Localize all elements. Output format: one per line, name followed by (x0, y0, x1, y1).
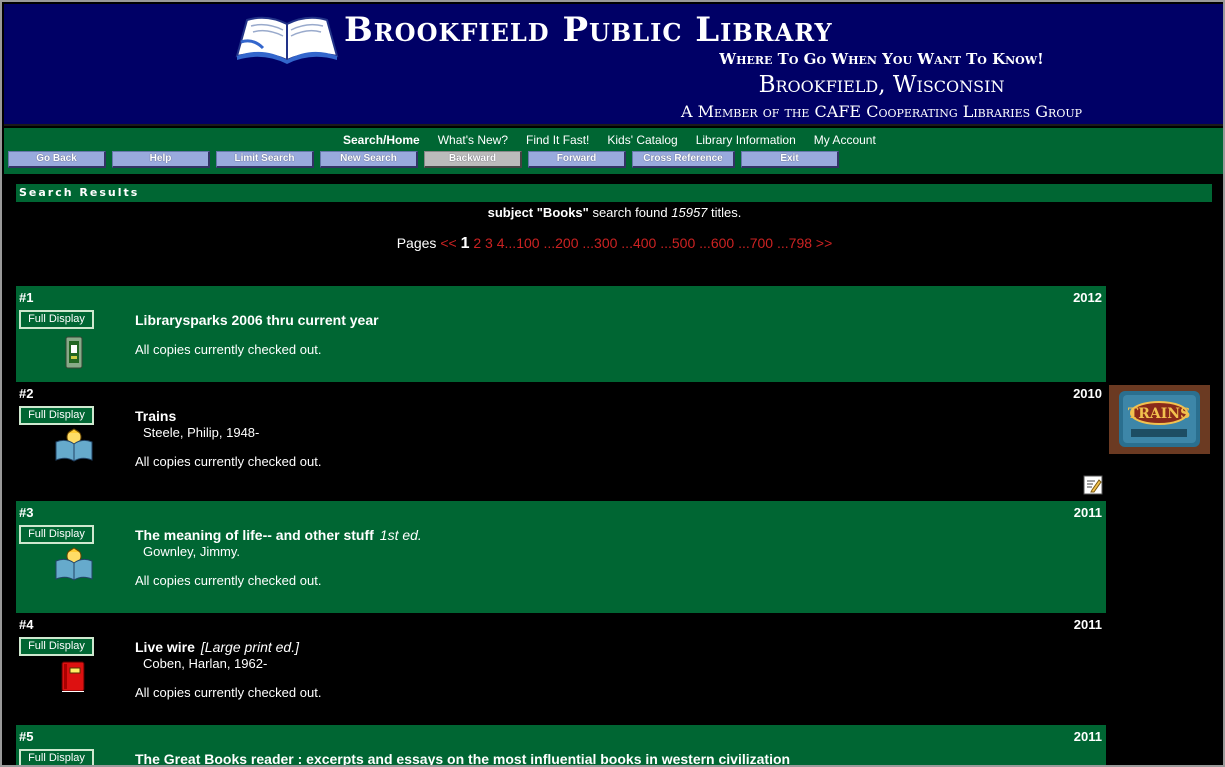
record-title[interactable]: Librarysparks 2006 thru current year (135, 312, 379, 328)
page-link-200[interactable]: 200 (555, 235, 578, 251)
record-year: 2011 (1073, 505, 1102, 520)
new-search-button[interactable]: New Search (320, 151, 418, 168)
cross-reference-button[interactable]: Cross Reference (632, 151, 735, 168)
page-link-3[interactable]: 3 (485, 235, 493, 251)
summary-prefix: subject (487, 205, 534, 220)
full-display-button[interactable]: Full Display (19, 749, 94, 765)
forward-button[interactable]: Forward (528, 151, 626, 168)
limit-search-button[interactable]: Limit Search (216, 151, 314, 168)
trains-cover-image[interactable]: TRAINS (1109, 385, 1210, 454)
summary-mid: search found (592, 205, 668, 220)
juvenile-book-icon (55, 428, 93, 462)
record-title[interactable]: Trains (135, 408, 176, 424)
record-year: 2012 (1073, 290, 1102, 305)
nav-links: Search/Home What's New? Find It Fast! Ki… (334, 133, 885, 147)
library-membership: A Member of the CAFE Cooperating Librari… (680, 102, 1083, 121)
record-number: #4 (19, 617, 34, 632)
nav-link-find-it-fast[interactable]: Find It Fast! (517, 133, 598, 147)
pager-ellipsis: ... (660, 235, 672, 251)
record-title-text[interactable]: Trains (135, 408, 176, 424)
help-button[interactable]: Help (112, 151, 210, 168)
nav-link-library-information[interactable]: Library Information (687, 133, 805, 147)
pager-ellipsis: ... (504, 235, 517, 251)
record-number: #2 (19, 386, 34, 401)
page-frame: Brookfield Public Library Where To Go Wh… (0, 0, 1225, 767)
record-title[interactable]: The Great Books reader : excerpts and es… (135, 751, 790, 765)
result-record: #1 2012 Full Display Librarysparks 2006 … (16, 286, 1106, 382)
page-link-798[interactable]: 798 (789, 235, 812, 251)
pager-ellipsis: ... (776, 235, 789, 251)
page-link-700[interactable]: 700 (750, 235, 773, 251)
search-results-bar: Search Results (16, 184, 1212, 202)
result-record: #5 2011 Full Display The Great Books rea… (16, 725, 1106, 765)
full-display-button[interactable]: Full Display (19, 525, 94, 544)
record-availability: All copies currently checked out. (135, 342, 322, 357)
current-page: 1 (460, 235, 470, 252)
summary-count: 15957 (671, 205, 708, 220)
cover-title: TRAINS (1128, 406, 1190, 422)
results-summary: subject "Books" search found 15957 title… (2, 205, 1223, 220)
navigation-bar: Search/Home What's New? Find It Fast! Ki… (4, 128, 1223, 174)
pagination: Pages << 1 2 3 4...100 ...200 ...300 ...… (2, 235, 1223, 253)
result-record: #3 2011 Full Display The meaning of life… (16, 501, 1106, 613)
library-title: Brookfield Public Library (344, 10, 833, 50)
edit-note-icon[interactable] (1083, 475, 1103, 495)
record-title-text[interactable]: Live wire (135, 639, 195, 655)
summary-suffix: titles. (711, 205, 742, 220)
prev-page-link[interactable]: << (440, 235, 456, 251)
record-year: 2010 (1073, 386, 1102, 401)
large-print-book-icon (61, 661, 85, 692)
record-edition: 1st ed. (379, 527, 422, 543)
next-page-link[interactable]: >> (816, 235, 832, 251)
pager-ellipsis: ... (543, 235, 556, 251)
record-year: 2011 (1073, 729, 1102, 744)
nav-link-whats-new[interactable]: What's New? (429, 133, 517, 147)
record-author: Gownley, Jimmy. (143, 544, 241, 559)
page-link-400[interactable]: 400 (633, 235, 656, 251)
full-display-button[interactable]: Full Display (19, 406, 94, 425)
record-author: Steele, Philip, 1948- (143, 425, 260, 440)
page-link-100[interactable]: 100 (516, 235, 539, 251)
record-number: #5 (19, 729, 34, 744)
record-author: Coben, Harlan, 1962- (143, 656, 268, 671)
library-city: Brookfield, Wisconsin (758, 72, 1005, 98)
juvenile-book-icon (55, 547, 93, 581)
page-link-500[interactable]: 500 (672, 235, 695, 251)
nav-link-my-account[interactable]: My Account (805, 133, 885, 147)
page-link-2[interactable]: 2 (473, 235, 481, 251)
library-tagline: Where To Go When You Want To Know! (719, 50, 1044, 68)
periodical-icon (65, 336, 83, 369)
record-title[interactable]: Live wire [Large print ed.] (135, 639, 299, 655)
pager-ellipsis: ... (582, 235, 595, 251)
nav-link-kids-catalog[interactable]: Kids' Catalog (598, 133, 686, 147)
pager-ellipsis: ... (621, 235, 633, 251)
record-number: #1 (19, 290, 34, 305)
record-availability: All copies currently checked out. (135, 454, 322, 469)
library-header: Brookfield Public Library Where To Go Wh… (4, 4, 1223, 126)
record-title[interactable]: The meaning of life-- and other stuff 1st… (135, 527, 422, 543)
record-title-text[interactable]: The meaning of life-- and other stuff (135, 527, 374, 543)
record-title-text[interactable]: Librarysparks 2006 thru current year (135, 312, 379, 328)
page-link-4[interactable]: 4 (497, 235, 505, 251)
page-link-600[interactable]: 600 (711, 235, 734, 251)
pager-ellipsis: ... (738, 235, 750, 251)
full-display-button[interactable]: Full Display (19, 310, 94, 329)
result-record: #2 2010 Full Display Trains Steele, Phil… (16, 382, 1106, 501)
full-display-button[interactable]: Full Display (19, 637, 94, 656)
record-year: 2011 (1073, 617, 1102, 632)
record-number: #3 (19, 505, 34, 520)
go-back-button[interactable]: Go Back (8, 151, 106, 168)
summary-query: "Books" (536, 205, 589, 220)
record-availability: All copies currently checked out. (135, 573, 322, 588)
backward-button[interactable]: Backward (424, 151, 522, 168)
record-title-text[interactable]: The Great Books reader : excerpts and es… (135, 751, 790, 765)
record-availability: All copies currently checked out. (135, 685, 322, 700)
result-record: #4 2011 Full Display Live wire [Large pri… (16, 613, 1106, 725)
nav-link-search-home[interactable]: Search/Home (334, 133, 429, 147)
pages-label: Pages (396, 235, 437, 251)
exit-button[interactable]: Exit (741, 151, 839, 168)
page-link-300[interactable]: 300 (594, 235, 617, 251)
pager-ellipsis: ... (699, 235, 711, 251)
record-edition: [Large print ed.] (200, 639, 299, 655)
